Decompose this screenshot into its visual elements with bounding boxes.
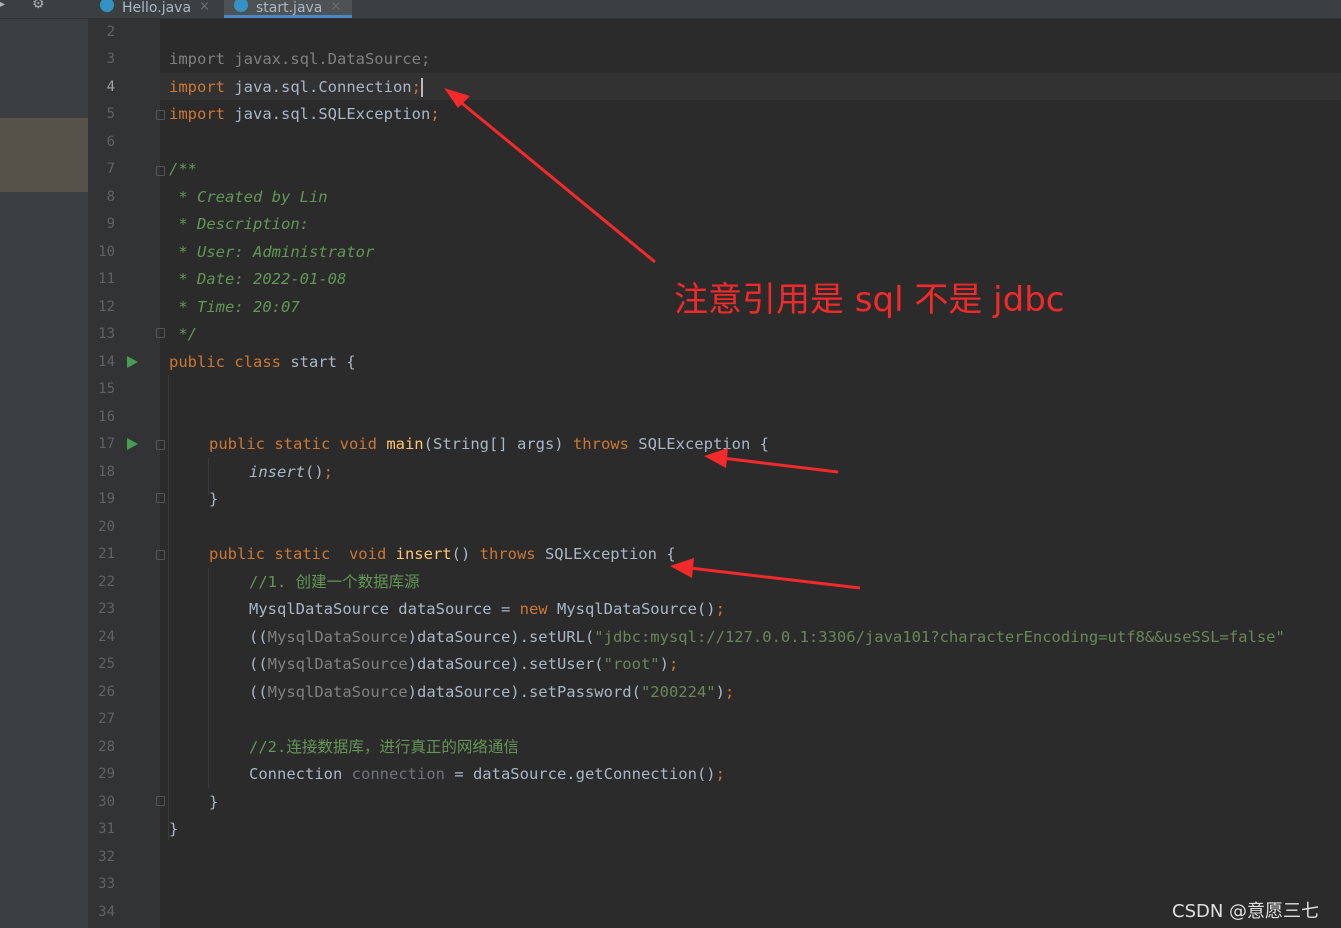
arrow-to-import	[444, 88, 656, 264]
watermark: CSDN @意愿三七	[1172, 901, 1320, 922]
annotation-text: 注意引用是 sql 不是 jdbc	[674, 280, 1065, 320]
arrow-to-insert-throws	[670, 558, 861, 590]
arrow-to-main-throws	[704, 448, 839, 474]
annotation-arrows	[444, 88, 861, 590]
